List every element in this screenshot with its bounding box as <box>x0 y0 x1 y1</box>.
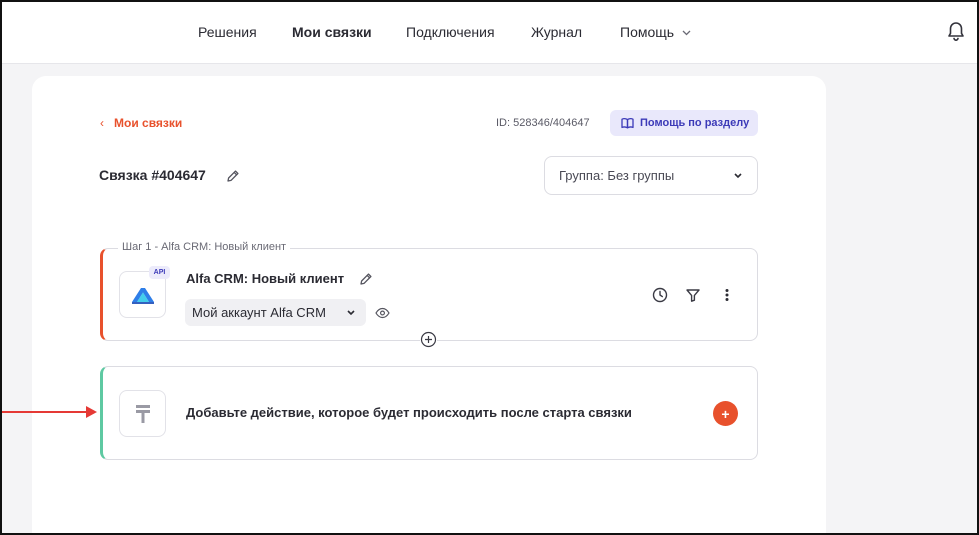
step-legend: Шаг 1 - Alfa CRM: Новый клиент <box>118 241 291 253</box>
nav-item-journal[interactable]: Журнал <box>531 24 582 40</box>
nav-item-help[interactable]: Помощь <box>620 24 691 40</box>
account-select[interactable]: Мой аккаунт Alfa CRM <box>185 299 366 326</box>
chevron-left-icon: ‹ <box>100 116 104 130</box>
nav-item-connections[interactable]: Подключения <box>406 24 495 40</box>
help-section-label: Помощь по разделу <box>640 117 750 129</box>
action-placeholder-logo <box>119 390 166 437</box>
help-section-button[interactable]: Помощь по разделу <box>610 110 758 136</box>
nav-item-my-bundles[interactable]: Мои связки <box>292 24 372 40</box>
back-link-my-bundles[interactable]: ‹ Мои связки <box>100 116 182 130</box>
account-select-value: Мой аккаунт Alfa CRM <box>192 305 326 320</box>
more-vertical-icon[interactable] <box>722 287 732 303</box>
filter-icon[interactable] <box>685 287 701 303</box>
bundle-title: Связка #404647 <box>99 167 206 183</box>
plus-icon: + <box>721 405 730 422</box>
nav-item-help-label: Помощь <box>620 24 675 40</box>
group-select-value: Группа: Без группы <box>559 168 675 183</box>
annotation-arrow-icon <box>0 406 97 418</box>
add-step-button[interactable] <box>420 331 437 348</box>
top-navigation-bar: Решения Мои связки Подключения Журнал По… <box>0 0 979 64</box>
clock-icon[interactable] <box>652 287 668 303</box>
chevron-down-icon <box>682 30 691 36</box>
nav-item-solutions[interactable]: Решения <box>198 24 257 40</box>
api-badge: API <box>149 266 170 279</box>
group-select[interactable]: Группа: Без группы <box>544 156 758 195</box>
plus-circle-icon <box>420 331 437 348</box>
text-tool-icon <box>135 404 150 423</box>
alfa-crm-logo-mark <box>131 287 154 304</box>
book-icon <box>621 118 634 129</box>
pencil-icon[interactable] <box>359 272 373 286</box>
chevron-down-icon <box>347 310 355 316</box>
chevron-down-icon <box>734 173 742 179</box>
eye-icon[interactable] <box>375 307 390 319</box>
bell-icon[interactable] <box>946 21 966 43</box>
bundle-id: ID: 528346/404647 <box>496 117 590 129</box>
add-action-prompt: Добавьте действие, которое будет происхо… <box>186 405 632 420</box>
add-action-button[interactable]: + <box>713 401 738 426</box>
step-title: Alfa CRM: Новый клиент <box>186 271 345 286</box>
back-link-label: Мои связки <box>114 116 183 130</box>
pencil-icon[interactable] <box>226 169 240 183</box>
